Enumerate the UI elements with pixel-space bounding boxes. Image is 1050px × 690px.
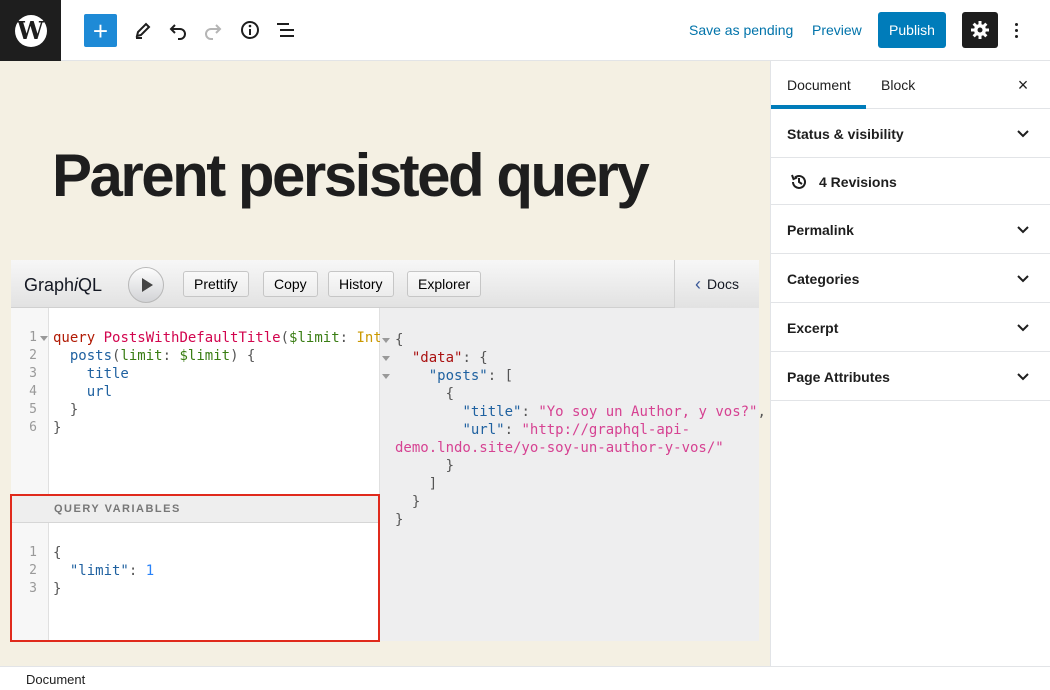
tab-document[interactable]: Document: [787, 77, 851, 93]
editor-toolbar: W + Save as pending Preview Publish: [0, 0, 1050, 61]
fold-arrow-icon[interactable]: [40, 336, 48, 341]
result-line: demo.lndo.site/yo-soy-un-author-y-vos/": [395, 440, 724, 456]
docs-button[interactable]: ‹ Docs: [674, 260, 759, 308]
save-as-pending-button[interactable]: Save as pending: [689, 22, 793, 38]
chevron-left-icon: ‹: [695, 273, 702, 294]
panel-status-visibility[interactable]: Status & visibility: [771, 109, 1050, 158]
copy-button[interactable]: Copy: [263, 271, 318, 297]
history-button[interactable]: History: [328, 271, 394, 297]
breadcrumb-document[interactable]: Document: [26, 672, 85, 687]
panel-permalink[interactable]: Permalink: [771, 205, 1050, 254]
graphiql-logo: GraphiQL: [24, 275, 103, 295]
gear-icon: [971, 21, 989, 39]
result-line: {: [395, 332, 404, 348]
execute-query-button[interactable]: [128, 267, 164, 303]
result-line: "posts": [: [428, 368, 514, 384]
result-viewer[interactable]: { "data": { "posts": [ { "title": "Yo so…: [380, 308, 766, 641]
chevron-down-icon: [1017, 226, 1029, 234]
preview-button[interactable]: Preview: [812, 22, 862, 38]
close-icon: ×: [1017, 74, 1029, 95]
result-line: "data": {: [411, 350, 488, 366]
prettify-button[interactable]: Prettify: [183, 271, 249, 297]
fold-arrow-icon[interactable]: [382, 356, 390, 361]
revisions-link[interactable]: 4 Revisions: [771, 158, 1050, 205]
block-breadcrumb-bar: Document: [0, 666, 1050, 690]
undo-icon[interactable]: [165, 17, 191, 43]
result-line: ]: [395, 476, 438, 492]
tab-block[interactable]: Block: [881, 77, 915, 93]
panel-page-attributes[interactable]: Page Attributes: [771, 352, 1050, 401]
query-line: query PostsWithDefaultTitle($limit: Int)…: [53, 330, 407, 346]
info-icon[interactable]: [237, 17, 263, 43]
panel-label: Categories: [787, 271, 860, 287]
fold-arrow-icon[interactable]: [382, 374, 390, 379]
graphiql-toolbar: GraphiQL Prettify Copy History Explorer …: [11, 260, 759, 308]
wordpress-logo-button[interactable]: W: [0, 0, 61, 61]
redo-icon[interactable]: [200, 17, 226, 43]
query-line: title: [86, 366, 129, 382]
publish-button[interactable]: Publish: [878, 12, 946, 48]
revisions-label: 4 Revisions: [819, 174, 897, 190]
fold-arrow-icon[interactable]: [382, 338, 390, 343]
settings-button[interactable]: [962, 12, 998, 48]
query-line: url: [86, 384, 113, 400]
list-view-icon[interactable]: [273, 17, 299, 43]
result-line: {: [395, 386, 455, 402]
result-line: "url": "http://graphql-api-: [462, 422, 691, 438]
history-icon: [791, 174, 806, 189]
result-line: }: [395, 512, 404, 528]
settings-sidebar: Document Block × Status & visibility 4 R…: [770, 61, 1050, 666]
panel-label: Excerpt: [787, 320, 839, 336]
wordpress-icon: W: [14, 14, 47, 47]
query-line: }: [53, 420, 62, 436]
result-line: }: [395, 494, 421, 510]
panel-label: Page Attributes: [787, 369, 890, 385]
close-sidebar-button[interactable]: ×: [1015, 75, 1031, 95]
more-options-button[interactable]: [1006, 16, 1026, 44]
result-line: "title": "Yo soy un Author, y vos?",: [462, 404, 766, 420]
more-vertical-icon: [1014, 22, 1018, 26]
panel-excerpt[interactable]: Excerpt: [771, 303, 1050, 352]
panel-label: Permalink: [787, 222, 854, 238]
chevron-down-icon: [1017, 324, 1029, 332]
chevron-down-icon: [1017, 373, 1029, 381]
post-title[interactable]: Parent persisted query: [52, 141, 650, 210]
query-variables-highlight: [10, 494, 380, 642]
panel-label: Status & visibility: [787, 126, 904, 142]
add-block-button[interactable]: +: [84, 14, 117, 47]
query-editor[interactable]: 1 2 3 4 5 6 query PostsWithDefaultTitle(…: [11, 308, 407, 495]
play-icon: [142, 278, 153, 292]
query-line: }: [53, 402, 79, 418]
sidebar-tabs: Document Block ×: [771, 61, 1050, 109]
chevron-down-icon: [1017, 275, 1029, 283]
panel-categories[interactable]: Categories: [771, 254, 1050, 303]
explorer-button[interactable]: Explorer: [407, 271, 482, 297]
chevron-down-icon: [1017, 130, 1029, 138]
result-line: }: [395, 458, 455, 474]
query-line: posts(limit: $limit) {: [69, 348, 256, 364]
edit-pencil-icon[interactable]: [130, 17, 156, 43]
